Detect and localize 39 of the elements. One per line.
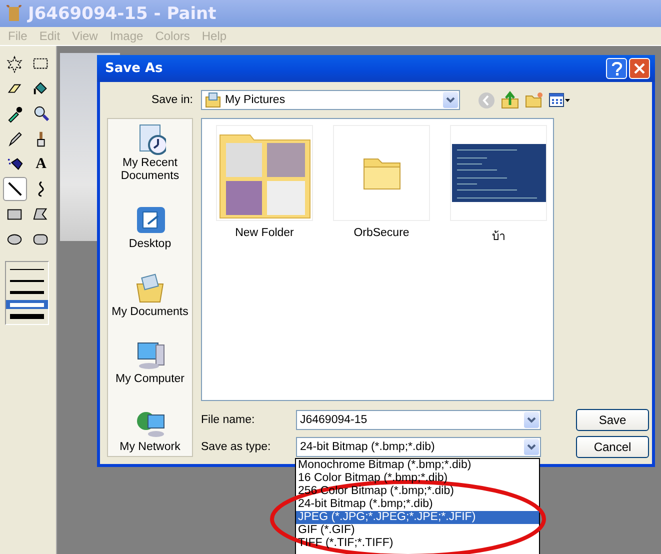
view-menu-icon[interactable]	[549, 92, 571, 108]
thumbnail-frame[interactable]	[450, 125, 547, 221]
close-icon[interactable]	[629, 58, 650, 79]
places-bar-item[interactable]: My Network	[120, 441, 180, 454]
file-type-option[interactable]: 24-bit Bitmap (*.bmp;*.dib)	[296, 498, 539, 511]
cancel-button[interactable]: Cancel	[576, 436, 649, 458]
places-bar-item[interactable]: My Documents	[112, 306, 188, 318]
file-type-option[interactable]: Monochrome Bitmap (*.bmp;*.dib)	[296, 459, 539, 472]
free-select-icon	[6, 55, 24, 73]
places-bar-item[interactable]: My Recent Documents	[108, 157, 192, 183]
pencil-icon	[6, 130, 24, 148]
save-as-type-dropdown[interactable]: 24-bit Bitmap (*.bmp;*.dib)	[296, 437, 541, 457]
file-type-option[interactable]: GIF (*.GIF)	[296, 524, 539, 537]
file-type-option[interactable]: JPEG (*.JPG;*.JPEG;*.JPE;*.JFIF)	[296, 511, 539, 524]
save-button[interactable]: Save	[576, 409, 649, 431]
help-icon[interactable]	[606, 58, 627, 79]
save-as-type-label: Save as type:	[201, 441, 272, 453]
file-name-label[interactable]: New Folder	[235, 227, 294, 239]
documents-folder-icon	[134, 272, 166, 304]
window-title: J6469094-15 - Paint	[28, 4, 216, 24]
text-tool[interactable]: A	[29, 152, 53, 176]
paint-app-icon	[6, 4, 22, 22]
save-in-label: Save in:	[150, 94, 193, 106]
file-name-label[interactable]: บ้า	[492, 227, 505, 245]
thumbnail-frame[interactable]	[216, 125, 313, 221]
thumbnail-frame[interactable]	[333, 125, 430, 221]
line-tool[interactable]	[3, 177, 27, 201]
dialog-title: Save As	[105, 61, 164, 76]
places-bar-item[interactable]: My Computer	[115, 373, 185, 386]
file-name-field[interactable]: J6469094-15	[296, 410, 541, 430]
save-in-dropdown[interactable]: My Pictures	[201, 90, 460, 110]
file-name-label: File name:	[201, 414, 256, 426]
pictures-folder-icon	[205, 92, 221, 108]
up-folder-icon[interactable]	[501, 91, 519, 109]
places-bar-item[interactable]: Desktop	[128, 238, 172, 251]
file-name-label[interactable]: OrbSecure	[354, 227, 410, 239]
picker-icon	[6, 105, 24, 123]
magnifier-icon	[32, 105, 50, 123]
line-icon	[6, 180, 24, 198]
